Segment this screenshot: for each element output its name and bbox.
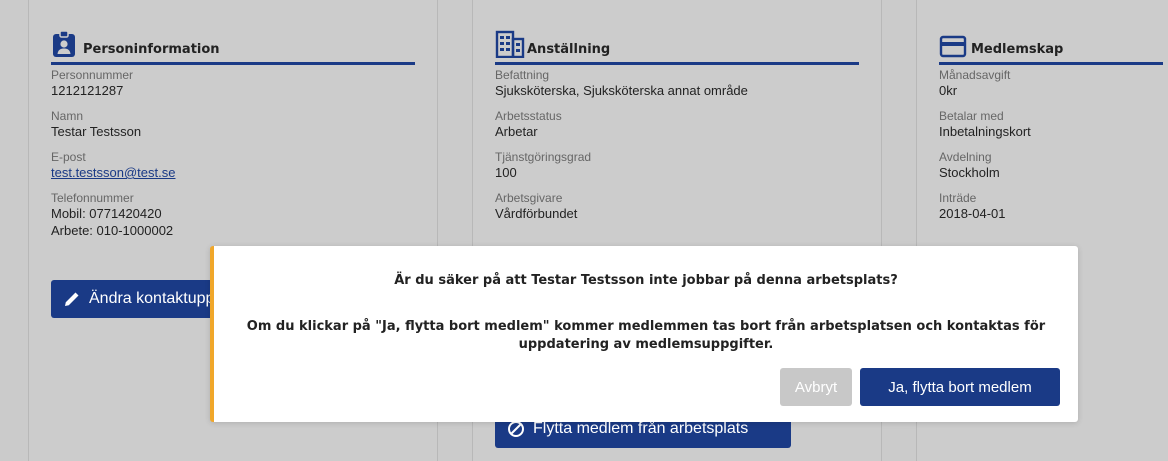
field-label: Personnummer [51, 68, 134, 82]
field-label: Avdelning [939, 150, 992, 164]
membership-header: Medlemskap [939, 28, 1163, 65]
ban-icon [508, 421, 524, 437]
confirm-move-button[interactable]: Ja, flytta bort medlem [860, 368, 1060, 406]
field-label: Månadsavgift [939, 68, 1011, 82]
field-label: E-post [51, 150, 86, 164]
field-label: Tjänstgöringsgrad [495, 150, 592, 164]
field-value: 1212121287 [51, 83, 124, 98]
employment-title: Anställning [527, 42, 611, 57]
field-label: Betalar med [939, 109, 1004, 123]
field-manadsavgift: Månadsavgift 0kr [939, 68, 1163, 99]
dialog-question: Är du säker på att Testar Testsson inte … [394, 273, 898, 288]
field-label: Arbetsstatus [495, 109, 562, 123]
field-value-mobile: Mobil: 0771420420 [51, 206, 162, 221]
field-value: Testar Testsson [51, 124, 142, 139]
field-label: Telefonnummer [51, 191, 134, 205]
move-member-label: Flytta medlem från arbetsplats [533, 420, 749, 437]
employment-header: Anställning [495, 28, 859, 65]
field-value: 100 [495, 165, 517, 180]
field-arbetsgivare: Arbetsgivare Vårdförbundet [495, 191, 859, 222]
confirm-dialog: Är du säker på att Testar Testsson inte … [210, 246, 1078, 422]
field-value: Vårdförbundet [495, 206, 578, 221]
field-epost: E-post test.testsson@test.se [51, 150, 415, 181]
field-tjanstgoringsgrad: Tjänstgöringsgrad 100 [495, 150, 859, 181]
field-telefon: Telefonnummer Mobil: 0771420420 Arbete: … [51, 191, 415, 239]
field-value: Stockholm [939, 165, 1000, 180]
field-namn: Namn Testar Testsson [51, 109, 415, 140]
field-value: Inbetalningskort [939, 124, 1031, 139]
field-value-work: Arbete: 010-1000002 [51, 223, 174, 238]
field-label: Namn [51, 109, 84, 123]
membership-title: Medlemskap [971, 42, 1064, 57]
field-arbetsstatus: Arbetsstatus Arbetar [495, 109, 859, 140]
building-icon [495, 28, 525, 58]
person-info-title: Personinformation [83, 42, 220, 57]
field-value: Arbetar [495, 124, 538, 139]
field-value: Sjuksköterska, Sjuksköterska annat områd… [495, 83, 748, 98]
field-label: Befattning [495, 68, 550, 82]
field-value: 0kr [939, 83, 958, 98]
field-intrade: Inträde 2018-04-01 [939, 191, 1163, 222]
field-personnummer: Personnummer 1212121287 [51, 68, 415, 99]
id-badge-icon [51, 28, 81, 58]
field-value: 2018-04-01 [939, 206, 1006, 221]
email-link[interactable]: test.testsson@test.se [51, 164, 415, 181]
field-avdelning: Avdelning Stockholm [939, 150, 1163, 181]
field-befattning: Befattning Sjuksköterska, Sjuksköterska … [495, 68, 859, 99]
field-label: Arbetsgivare [495, 191, 563, 205]
field-label: Inträde [939, 191, 977, 205]
card-icon [939, 28, 969, 58]
person-info-header: Personinformation [51, 28, 415, 65]
pencil-icon [65, 292, 79, 306]
cancel-button[interactable]: Avbryt [780, 368, 852, 406]
dialog-message: Om du klickar på "Ja, flytta bort medlem… [246, 319, 1046, 352]
field-betalar-med: Betalar med Inbetalningskort [939, 109, 1163, 140]
